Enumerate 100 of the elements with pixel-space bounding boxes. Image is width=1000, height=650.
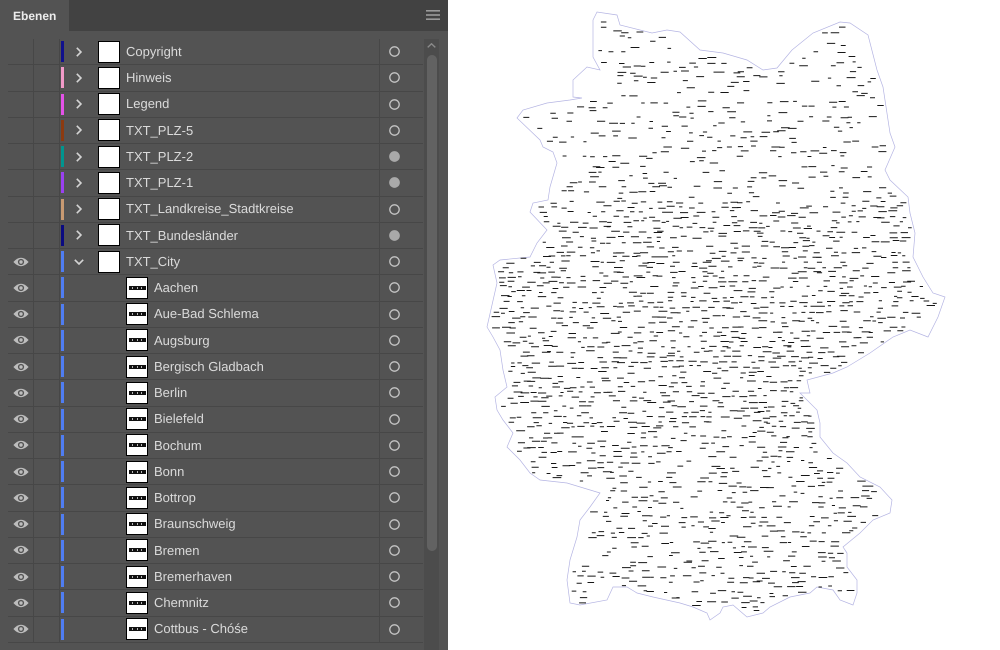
chevron-right-icon[interactable] bbox=[76, 204, 82, 214]
chevron-right-icon[interactable] bbox=[76, 125, 82, 136]
target-circle-icon[interactable] bbox=[389, 98, 400, 110]
layer-row[interactable]: Hinweis bbox=[8, 65, 423, 92]
target-circle-icon[interactable] bbox=[389, 387, 400, 398]
target-circle-icon[interactable] bbox=[389, 414, 400, 425]
layer-row[interactable]: TXT_Bundesländer bbox=[8, 222, 423, 249]
layer-row[interactable]: Berlin bbox=[8, 380, 423, 406]
target-circle-icon[interactable] bbox=[389, 256, 400, 268]
layer-row[interactable]: TXT_PLZ-1 bbox=[8, 170, 423, 196]
layer-row[interactable]: Chemnitz bbox=[8, 590, 423, 616]
target-circle-icon[interactable] bbox=[389, 492, 400, 504]
eye-icon[interactable] bbox=[12, 282, 28, 293]
eye-icon[interactable] bbox=[12, 309, 28, 320]
layer-row[interactable]: Braunschweig bbox=[8, 512, 423, 538]
thumbnail-icon bbox=[126, 303, 148, 326]
layer-row[interactable]: Bonn bbox=[8, 459, 423, 486]
target-circle-icon[interactable] bbox=[389, 361, 400, 372]
layer-row[interactable]: Bremerhaven bbox=[8, 564, 423, 590]
eye-icon[interactable] bbox=[12, 466, 28, 477]
caret-up-icon[interactable] bbox=[427, 43, 436, 48]
eye-icon[interactable] bbox=[12, 440, 28, 450]
layer-name: Aachen bbox=[154, 279, 198, 298]
thumbnail-icon bbox=[126, 539, 148, 562]
target-circle-icon[interactable] bbox=[389, 597, 400, 608]
layer-name: TXT_Bundesländer bbox=[126, 226, 238, 245]
layer-row[interactable]: Cottbus - Chóśe bbox=[8, 616, 423, 643]
eye-icon[interactable] bbox=[12, 598, 28, 608]
eye-icon[interactable] bbox=[12, 519, 28, 530]
eye-icon[interactable] bbox=[12, 335, 28, 346]
menu-icon[interactable] bbox=[426, 10, 440, 20]
layer-row[interactable]: TXT_Landkreise_Stadtkreise bbox=[8, 196, 423, 223]
eye-icon[interactable] bbox=[12, 414, 28, 424]
thumbnail-icon bbox=[126, 356, 148, 378]
scrollbar-track[interactable] bbox=[424, 39, 439, 650]
chevron-right-icon[interactable] bbox=[76, 178, 82, 188]
layer-row[interactable]: Bremen bbox=[8, 538, 423, 564]
eye-icon[interactable] bbox=[12, 256, 28, 267]
eye-icon[interactable] bbox=[12, 545, 28, 556]
target-circle-icon[interactable] bbox=[389, 204, 400, 215]
layer-row[interactable]: TXT_City bbox=[8, 249, 423, 276]
thumbnail-icon bbox=[126, 513, 148, 536]
layer-name: Bielefeld bbox=[154, 410, 204, 428]
layer-name: TXT_City bbox=[126, 252, 180, 271]
layer-row[interactable]: Bottrop bbox=[8, 485, 423, 512]
target-circle-icon[interactable] bbox=[389, 518, 400, 530]
layer-name: Bergisch Gladbach bbox=[154, 358, 264, 376]
layer-name: Copyright bbox=[126, 42, 182, 61]
chevron-right-icon[interactable] bbox=[76, 152, 82, 162]
target-circle-icon[interactable] bbox=[389, 72, 400, 84]
layer-row[interactable]: Bochum bbox=[8, 432, 423, 459]
layer-name: Cottbus - Chóśe bbox=[154, 620, 248, 638]
target-circle-icon[interactable] bbox=[389, 571, 400, 582]
eye-icon[interactable] bbox=[12, 362, 28, 372]
thumbnail-icon bbox=[126, 618, 148, 640]
target-circle-icon[interactable] bbox=[389, 544, 400, 556]
layer-row[interactable]: Legend bbox=[8, 92, 423, 118]
chevron-right-icon[interactable] bbox=[76, 72, 82, 83]
chevron-right-icon[interactable] bbox=[76, 230, 82, 240]
layer-row[interactable]: Copyright bbox=[8, 39, 423, 66]
target-circle-icon[interactable] bbox=[389, 46, 400, 58]
layer-row[interactable]: Bielefeld bbox=[8, 406, 423, 433]
layer-row[interactable]: Aachen bbox=[8, 275, 423, 302]
layer-row[interactable]: Aue-Bad Schlema bbox=[8, 302, 423, 328]
chevron-right-icon[interactable] bbox=[76, 99, 82, 110]
thumbnail-icon bbox=[126, 460, 148, 483]
layer-row[interactable]: TXT_PLZ-5 bbox=[8, 118, 423, 144]
target-circle-icon[interactable] bbox=[389, 334, 400, 346]
eye-icon[interactable] bbox=[12, 572, 28, 582]
target-circle-icon[interactable] bbox=[389, 466, 400, 478]
eye-icon[interactable] bbox=[12, 388, 28, 398]
layer-name: TXT_PLZ-2 bbox=[126, 148, 194, 166]
thumbnail-icon bbox=[98, 66, 120, 89]
layer-name: Braunschweig bbox=[154, 515, 236, 534]
thumbnail-icon bbox=[98, 40, 120, 63]
target-circle-icon[interactable] bbox=[389, 177, 400, 188]
thumbnail-icon bbox=[126, 408, 148, 430]
thumbnail-icon bbox=[126, 382, 148, 404]
panel-tab[interactable]: Ebenen bbox=[0, 0, 70, 31]
eye-icon[interactable] bbox=[12, 624, 28, 634]
chevron-down-icon[interactable] bbox=[74, 258, 84, 265]
thumbnail-icon bbox=[98, 146, 120, 168]
target-circle-icon[interactable] bbox=[389, 308, 400, 320]
layer-row[interactable]: Bergisch Gladbach bbox=[8, 354, 423, 380]
layer-row[interactable]: Augsburg bbox=[8, 328, 423, 354]
target-circle-icon[interactable] bbox=[389, 151, 400, 162]
target-circle-icon[interactable] bbox=[389, 230, 400, 241]
target-circle-icon[interactable] bbox=[389, 282, 400, 294]
layer-name: Bochum bbox=[154, 436, 202, 455]
eye-icon[interactable] bbox=[12, 492, 28, 503]
target-circle-icon[interactable] bbox=[389, 124, 400, 136]
layer-name: Hinweis bbox=[126, 69, 172, 88]
target-circle-icon[interactable] bbox=[389, 624, 400, 635]
thumbnail-icon bbox=[98, 250, 120, 273]
thumbnail-icon bbox=[126, 276, 148, 299]
layer-row[interactable]: TXT_PLZ-2 bbox=[8, 144, 423, 170]
chevron-right-icon[interactable] bbox=[76, 46, 82, 57]
layer-name: Bottrop bbox=[154, 489, 196, 508]
target-circle-icon[interactable] bbox=[389, 440, 400, 451]
layer-name: Bremen bbox=[154, 542, 200, 560]
